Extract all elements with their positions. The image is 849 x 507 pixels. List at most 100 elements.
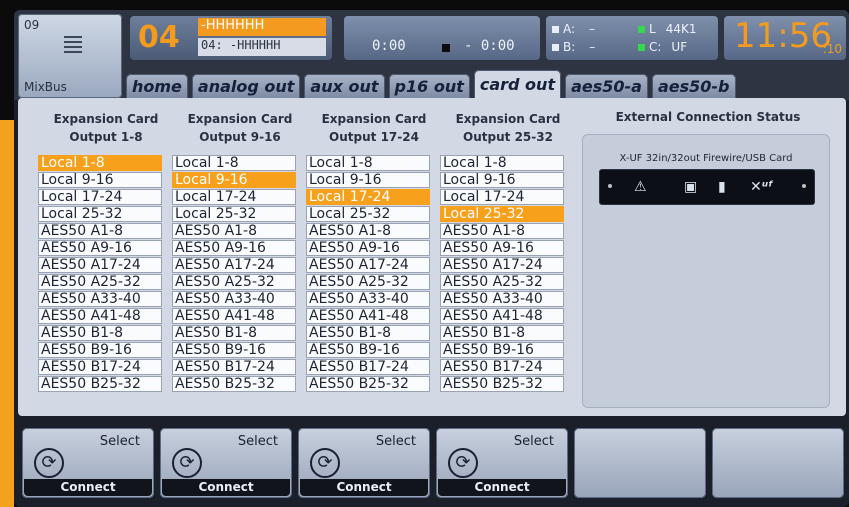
source-option[interactable]: AES50 B1-8 (440, 325, 564, 341)
source-option[interactable]: AES50 A33-40 (306, 291, 430, 307)
source-option[interactable]: AES50 B1-8 (306, 325, 430, 341)
source-option[interactable]: AES50 B9-16 (440, 342, 564, 358)
source-option[interactable]: AES50 A25-32 (306, 274, 430, 290)
tab-p16-out[interactable]: p16 out (388, 74, 470, 100)
source-option[interactable]: AES50 A25-32 (38, 274, 162, 290)
card-title: X-UF 32in/32out Firewire/USB Card (619, 153, 793, 164)
clock-seconds: :10 (822, 42, 842, 56)
source-option[interactable]: Local 25-32 (38, 206, 162, 222)
source-option[interactable]: Local 17-24 (306, 189, 430, 205)
source-option[interactable]: AES50 A41-48 (38, 308, 162, 324)
source-option[interactable]: AES50 B25-32 (172, 376, 296, 392)
source-option[interactable]: Local 25-32 (440, 206, 564, 222)
source-option[interactable]: AES50 A25-32 (440, 274, 564, 290)
source-option[interactable]: Local 9-16 (440, 172, 564, 188)
io-a-row: A: – (552, 22, 595, 36)
connect-button[interactable]: Connect (24, 479, 152, 496)
source-option[interactable]: AES50 A25-32 (172, 274, 296, 290)
source-option[interactable]: Local 25-32 (172, 206, 296, 222)
source-option[interactable]: Local 17-24 (172, 189, 296, 205)
source-option[interactable]: AES50 B9-16 (172, 342, 296, 358)
source-option[interactable]: AES50 B25-32 (306, 376, 430, 392)
io-c-value: UF (671, 40, 688, 54)
source-option[interactable]: AES50 A9-16 (306, 240, 430, 256)
encoder-button-1[interactable]: ⟳ Select Connect (22, 428, 154, 498)
channel-strip-box[interactable]: 09 MixBus (18, 14, 122, 98)
card-out-panel: Expansion Card Output 1-8 Expansion Card… (18, 98, 846, 416)
source-option[interactable]: AES50 B9-16 (38, 342, 162, 358)
tab-home[interactable]: home (126, 74, 188, 100)
select-label: Select (375, 434, 416, 449)
io-b-label: B: (563, 40, 576, 54)
tab-card-out[interactable]: card out (473, 70, 562, 100)
selected-channel-box[interactable]: 04 -HHHHHH 04: -HHHHHH (130, 16, 332, 60)
connect-button[interactable]: Connect (438, 479, 566, 496)
connect-button[interactable]: Connect (162, 479, 290, 496)
source-option[interactable]: Local 1-8 (306, 155, 430, 171)
tab-aes50-b[interactable]: aes50-b (651, 74, 736, 100)
connect-button[interactable]: Connect (300, 479, 428, 496)
source-option[interactable]: AES50 A1-8 (306, 223, 430, 239)
source-option[interactable]: Local 9-16 (172, 172, 296, 188)
source-option[interactable]: AES50 A9-16 (440, 240, 564, 256)
encoder-button-2[interactable]: ⟳ Select Connect (160, 428, 292, 498)
recorder-remaining: - 0:00 (464, 38, 515, 54)
top-status-bar: 09 MixBus 04 -HHHHHH 04: -HHHHHH 0:00 - … (14, 10, 849, 100)
source-option[interactable]: AES50 A9-16 (38, 240, 162, 256)
recorder-box[interactable]: 0:00 - 0:00 (344, 16, 540, 60)
source-option[interactable]: AES50 A41-48 (440, 308, 564, 324)
column-header-1: Expansion Card Output 1-8 (44, 110, 168, 146)
source-option[interactable]: Local 1-8 (38, 155, 162, 171)
column-header-2: Expansion Card Output 9-16 (178, 110, 302, 146)
status-square-icon (552, 25, 559, 33)
source-option[interactable]: Local 1-8 (172, 155, 296, 171)
recorder-elapsed: 0:00 (372, 38, 406, 54)
source-option[interactable]: AES50 B25-32 (440, 376, 564, 392)
source-option[interactable]: AES50 A17-24 (440, 257, 564, 273)
source-option[interactable]: Local 25-32 (306, 206, 430, 222)
encoder-button-5[interactable] (574, 428, 706, 498)
column-subtitle: Output 9-16 (199, 130, 281, 144)
tab-analog-out[interactable]: analog out (191, 74, 301, 100)
source-option[interactable]: Local 1-8 (440, 155, 564, 171)
column-subtitle: Output 25-32 (463, 130, 553, 144)
source-option[interactable]: Local 17-24 (38, 189, 162, 205)
source-option[interactable]: AES50 B17-24 (306, 359, 430, 375)
source-option[interactable]: Local 17-24 (440, 189, 564, 205)
expansion-card-image: ⚠ ▣ ▮ ✕ᵘᶠ (599, 169, 815, 205)
source-option[interactable]: AES50 B25-32 (38, 376, 162, 392)
source-option[interactable]: AES50 A1-8 (440, 223, 564, 239)
encoder-button-3[interactable]: ⟳ Select Connect (298, 428, 430, 498)
encoder-button-6[interactable] (712, 428, 844, 498)
source-option[interactable]: AES50 B9-16 (306, 342, 430, 358)
screw-icon (608, 184, 612, 188)
firewire-port-icon: ▮ (718, 179, 726, 195)
source-option[interactable]: AES50 A17-24 (38, 257, 162, 273)
rotate-icon: ⟳ (34, 448, 64, 478)
source-option[interactable]: AES50 B17-24 (172, 359, 296, 375)
status-square-icon (552, 43, 559, 51)
source-option[interactable]: AES50 A33-40 (38, 291, 162, 307)
encoder-button-4[interactable]: ⟳ Select Connect (436, 428, 568, 498)
source-option[interactable]: AES50 B17-24 (38, 359, 162, 375)
source-option[interactable]: AES50 A9-16 (172, 240, 296, 256)
source-option[interactable]: AES50 A33-40 (440, 291, 564, 307)
source-option[interactable]: AES50 B17-24 (440, 359, 564, 375)
source-option[interactable]: AES50 B1-8 (38, 325, 162, 341)
tab-aux-out[interactable]: aux out (304, 74, 385, 100)
source-option[interactable]: AES50 A17-24 (172, 257, 296, 273)
source-option[interactable]: AES50 A1-8 (172, 223, 296, 239)
source-option[interactable]: Local 9-16 (306, 172, 430, 188)
source-list-4: Local 1-8 Local 9-16 Local 17-24 Local 25-3… (440, 155, 564, 393)
source-option[interactable]: AES50 A1-8 (38, 223, 162, 239)
source-option[interactable]: AES50 A17-24 (306, 257, 430, 273)
source-option[interactable]: AES50 B1-8 (172, 325, 296, 341)
column-header-3: Expansion Card Output 17-24 (312, 110, 436, 146)
rotate-icon: ⟳ (310, 448, 340, 478)
source-option[interactable]: AES50 A33-40 (172, 291, 296, 307)
tab-aes50-a[interactable]: aes50-a (565, 74, 648, 100)
io-b-value: – (589, 40, 596, 54)
source-option[interactable]: AES50 A41-48 (306, 308, 430, 324)
source-option[interactable]: AES50 A41-48 (172, 308, 296, 324)
source-option[interactable]: Local 9-16 (38, 172, 162, 188)
